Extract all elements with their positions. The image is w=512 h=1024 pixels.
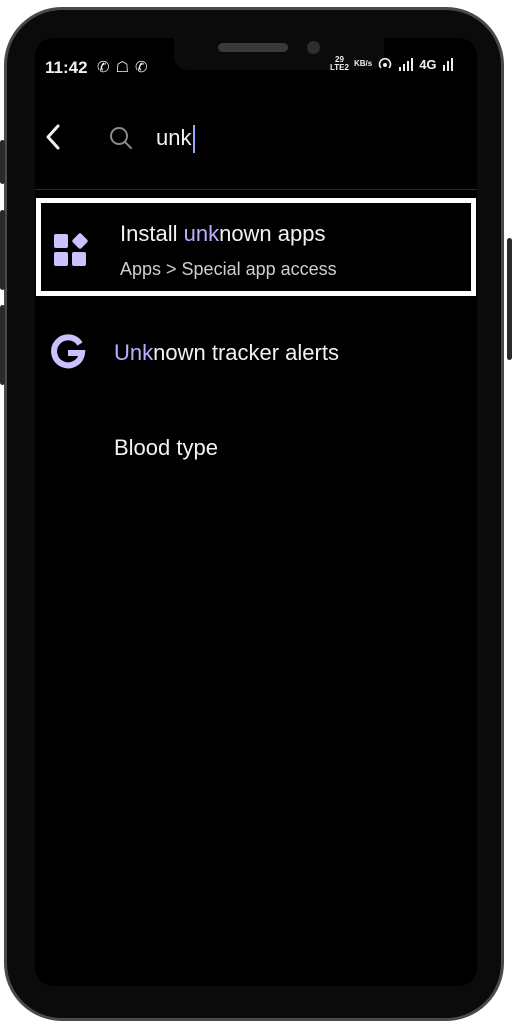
- signal-icon: [442, 58, 453, 71]
- power-button: [507, 238, 512, 360]
- divider: [35, 189, 477, 190]
- data-speed: KB/s: [353, 59, 373, 68]
- whatsapp-icon: ✆: [97, 59, 110, 76]
- result-unknown-tracker-alerts[interactable]: Unknown tracker alerts: [35, 320, 477, 382]
- result-title: Install unknown apps: [120, 221, 326, 246]
- result-install-unknown-apps[interactable]: Install unknown apps Apps > Special app …: [36, 198, 476, 296]
- google-icon: [51, 334, 86, 369]
- signal-icon: [399, 58, 414, 71]
- speaker: [218, 43, 288, 52]
- network-type: 4G: [419, 56, 437, 72]
- text-cursor: [193, 125, 195, 153]
- snapchat-icon: ☖: [115, 59, 130, 76]
- apps-grid-icon: [54, 233, 88, 266]
- result-title: Unknown tracker alerts: [114, 340, 339, 365]
- result-blood-type[interactable]: Blood type: [35, 415, 477, 477]
- back-button[interactable]: [38, 120, 70, 154]
- volume-button: [0, 210, 5, 290]
- volume-button: [0, 305, 5, 385]
- screen: [35, 38, 477, 986]
- search-input[interactable]: [150, 122, 456, 154]
- status-time: 11:42: [45, 58, 88, 77]
- status-right: 29 LTE2 KB/s 4G: [330, 56, 454, 72]
- search-icon: [110, 127, 132, 149]
- back-arrow-icon: [46, 124, 60, 150]
- front-camera: [307, 41, 320, 54]
- lte-indicator: 29 LTE2: [330, 55, 349, 72]
- notification-icons: ✆ ☖ ✆: [97, 58, 148, 76]
- hotspot-icon: [378, 57, 392, 69]
- result-title: Blood type: [114, 435, 218, 460]
- result-subtitle: Apps > Special app access: [120, 259, 337, 279]
- volume-button: [0, 140, 5, 184]
- whatsapp-icon: ✆: [135, 59, 148, 76]
